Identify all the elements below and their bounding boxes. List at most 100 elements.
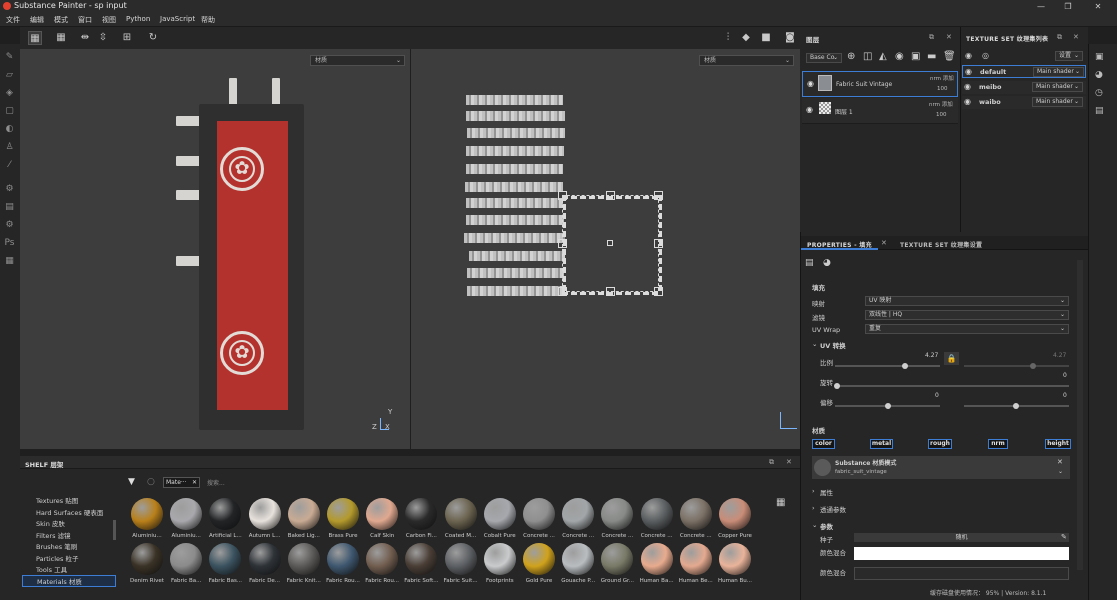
menu-edit[interactable]: 编辑 <box>30 15 44 25</box>
scale-slider-knob[interactable] <box>902 363 908 369</box>
material-tile[interactable]: Human Be... <box>677 543 715 586</box>
clear-substance-icon[interactable]: ✕ <box>1057 458 1063 466</box>
close-layers-icon[interactable]: ✕ <box>946 33 952 41</box>
shader-select[interactable]: Main shader ⌄ <box>1032 82 1083 92</box>
shader-select[interactable]: Main shader ⌄ <box>1032 97 1083 107</box>
close-button[interactable]: ✕ <box>1083 0 1113 13</box>
shader-settings-icon[interactable]: ⚙ <box>4 220 15 231</box>
color-swatch-dark[interactable] <box>854 567 1069 580</box>
material-tile[interactable]: Concrete ... <box>677 498 715 541</box>
properties-scrollbar[interactable] <box>1077 260 1083 570</box>
layer-opacity[interactable]: 100 <box>936 112 947 118</box>
material-tile[interactable]: Gold Pure <box>520 543 558 586</box>
layer-blend-mode[interactable]: nrm 添加 <box>930 74 954 82</box>
offset-value-a[interactable]: 0 <box>935 392 939 399</box>
menu-python[interactable]: Python <box>126 15 150 23</box>
transform-handle[interactable] <box>606 287 615 296</box>
environment-icon[interactable]: ◕ <box>1095 70 1103 80</box>
delete-layer-icon[interactable]: 🗑 <box>943 51 956 62</box>
material-tile[interactable]: Brass Pure <box>324 498 362 541</box>
material-tile[interactable]: Baked Lig... <box>285 498 323 541</box>
shelf-category-filters[interactable]: Filters 滤镜 <box>36 530 71 540</box>
menu-file[interactable]: 文件 <box>6 15 20 25</box>
clone-stamp-icon[interactable]: ♙ <box>4 142 15 153</box>
reset-filter-icon[interactable]: ○ <box>147 477 155 487</box>
eye-icon[interactable]: ◉ <box>807 79 814 88</box>
offset-slider-b-knob[interactable] <box>1013 403 1019 409</box>
multi-grid-icon[interactable]: ▦ <box>54 31 68 45</box>
texture-set-row[interactable]: ◉ default Main shader ⌄ <box>962 65 1086 78</box>
add-folder-icon[interactable]: ▬ <box>927 51 936 62</box>
chevron-right-icon[interactable]: › <box>812 504 815 512</box>
transform-handle[interactable] <box>654 191 663 200</box>
filtering-select[interactable]: 双线性 | HQ ⌄ <box>865 310 1069 320</box>
rotation-slider-knob[interactable] <box>834 383 840 389</box>
material-tile[interactable]: Concrete ... <box>520 498 558 541</box>
menu-help[interactable]: 帮助 <box>201 15 215 25</box>
maximize-button[interactable]: ❐ <box>1053 0 1083 13</box>
shelf-category-materials[interactable]: Materials 材质 <box>22 575 116 587</box>
shelf-category-tools[interactable]: Tools 工具 <box>36 564 67 574</box>
material-tile[interactable]: Human Ba... <box>638 543 676 586</box>
color-picker-icon[interactable]: ⁄ <box>4 160 15 171</box>
material-tile[interactable]: Footprints <box>481 543 519 586</box>
bake-icon[interactable]: ⚙ <box>4 184 15 195</box>
log-panel-icon[interactable]: ▤ <box>1095 106 1104 116</box>
shelf-category-particles[interactable]: Particles 粒子 <box>36 553 78 563</box>
log-icon[interactable]: ▦ <box>4 256 15 267</box>
rotation-slider-track[interactable] <box>835 385 1069 387</box>
transform-center-handle[interactable] <box>607 240 613 246</box>
minimize-button[interactable]: — <box>1026 0 1056 13</box>
uv-wrap-select[interactable]: 重复 ⌄ <box>865 324 1069 334</box>
chevron-down-icon[interactable]: ⌄ <box>812 340 817 348</box>
uv-transform-title[interactable]: UV 转换 <box>820 340 846 350</box>
material-tile[interactable]: Fabric Rou... <box>363 543 401 586</box>
shelf-category-textures[interactable]: Textures 贴图 <box>36 495 78 505</box>
refresh-icon[interactable]: ↻ <box>146 31 160 45</box>
shelf-category-hard-surfaces[interactable]: Hard Surfaces 硬表面 <box>36 507 103 517</box>
close-shelf-icon[interactable]: ✕ <box>786 458 792 466</box>
blend-channel-select[interactable]: Base Co ⌄ <box>806 53 842 63</box>
tree-scrollbar[interactable] <box>113 520 116 540</box>
scale-slider-track[interactable] <box>835 365 940 367</box>
paint-bucket-icon[interactable]: ◉ <box>895 51 904 62</box>
scale-value[interactable]: 4.27 <box>925 352 938 359</box>
transform-handle[interactable] <box>558 287 567 296</box>
camera-icon[interactable]: ■ <box>759 31 773 45</box>
material-tile[interactable]: Fabric De... <box>246 543 284 586</box>
menu-view[interactable]: 视图 <box>102 15 116 25</box>
color-swatch-white[interactable] <box>854 547 1069 560</box>
cube-icon[interactable]: ◆ <box>739 31 753 45</box>
lock-icon[interactable]: 🔒 <box>944 352 959 365</box>
paint-brush-icon[interactable]: ✎ <box>4 52 15 63</box>
viewport-2d-channel-select[interactable]: 材质 ⌄ <box>699 55 794 66</box>
chevron-down-icon[interactable]: ⌄ <box>1058 468 1063 475</box>
shader-select[interactable]: Main shader ⌄ <box>1033 67 1084 77</box>
transform-handle[interactable] <box>606 191 615 200</box>
photoshop-export-icon[interactable]: Ps <box>4 238 15 249</box>
fill-layer-icon[interactable]: ◭ <box>879 51 887 62</box>
material-tile[interactable]: Fabric Soft... <box>402 543 440 586</box>
viewport-3d-channel-select[interactable]: 材质 ⌄ <box>310 55 405 66</box>
material-tile[interactable]: Artificial L... <box>206 498 244 541</box>
transform-handle[interactable] <box>654 239 663 248</box>
shelf-category-brushes[interactable]: Brushes 笔刷 <box>36 541 77 551</box>
material-tile[interactable]: Fabric Ba... <box>167 543 205 586</box>
material-tile[interactable]: Autumn L... <box>246 498 284 541</box>
remove-chip-icon[interactable]: ✕ <box>192 478 197 487</box>
transform-handle[interactable] <box>558 239 567 248</box>
channel-nrm-button[interactable]: nrm <box>988 439 1008 449</box>
channel-metal-button[interactable]: metal <box>870 439 893 449</box>
projection-icon[interactable]: ◈ <box>4 88 15 99</box>
tab-texture-set-settings[interactable]: TEXTURE SET 纹理集设置 <box>900 240 982 249</box>
material-tile[interactable]: Fabric Rou... <box>324 543 362 586</box>
close-texture-set-icon[interactable]: ✕ <box>1073 33 1079 41</box>
add-effect-icon[interactable]: ⊕ <box>847 51 855 62</box>
chevron-right-icon[interactable]: › <box>812 487 815 495</box>
grid-view-icon[interactable]: ▦ <box>28 31 42 45</box>
layer-row[interactable]: ◉ Fabric Suit Vintage nrm 添加 100 <box>802 71 958 97</box>
chevron-down-icon[interactable]: ⌄ <box>812 521 817 529</box>
undock-icon[interactable]: ⧉ <box>1057 33 1062 42</box>
material-ball-icon[interactable]: ◕ <box>823 258 831 268</box>
add-mask-icon[interactable]: ◫ <box>863 51 872 62</box>
